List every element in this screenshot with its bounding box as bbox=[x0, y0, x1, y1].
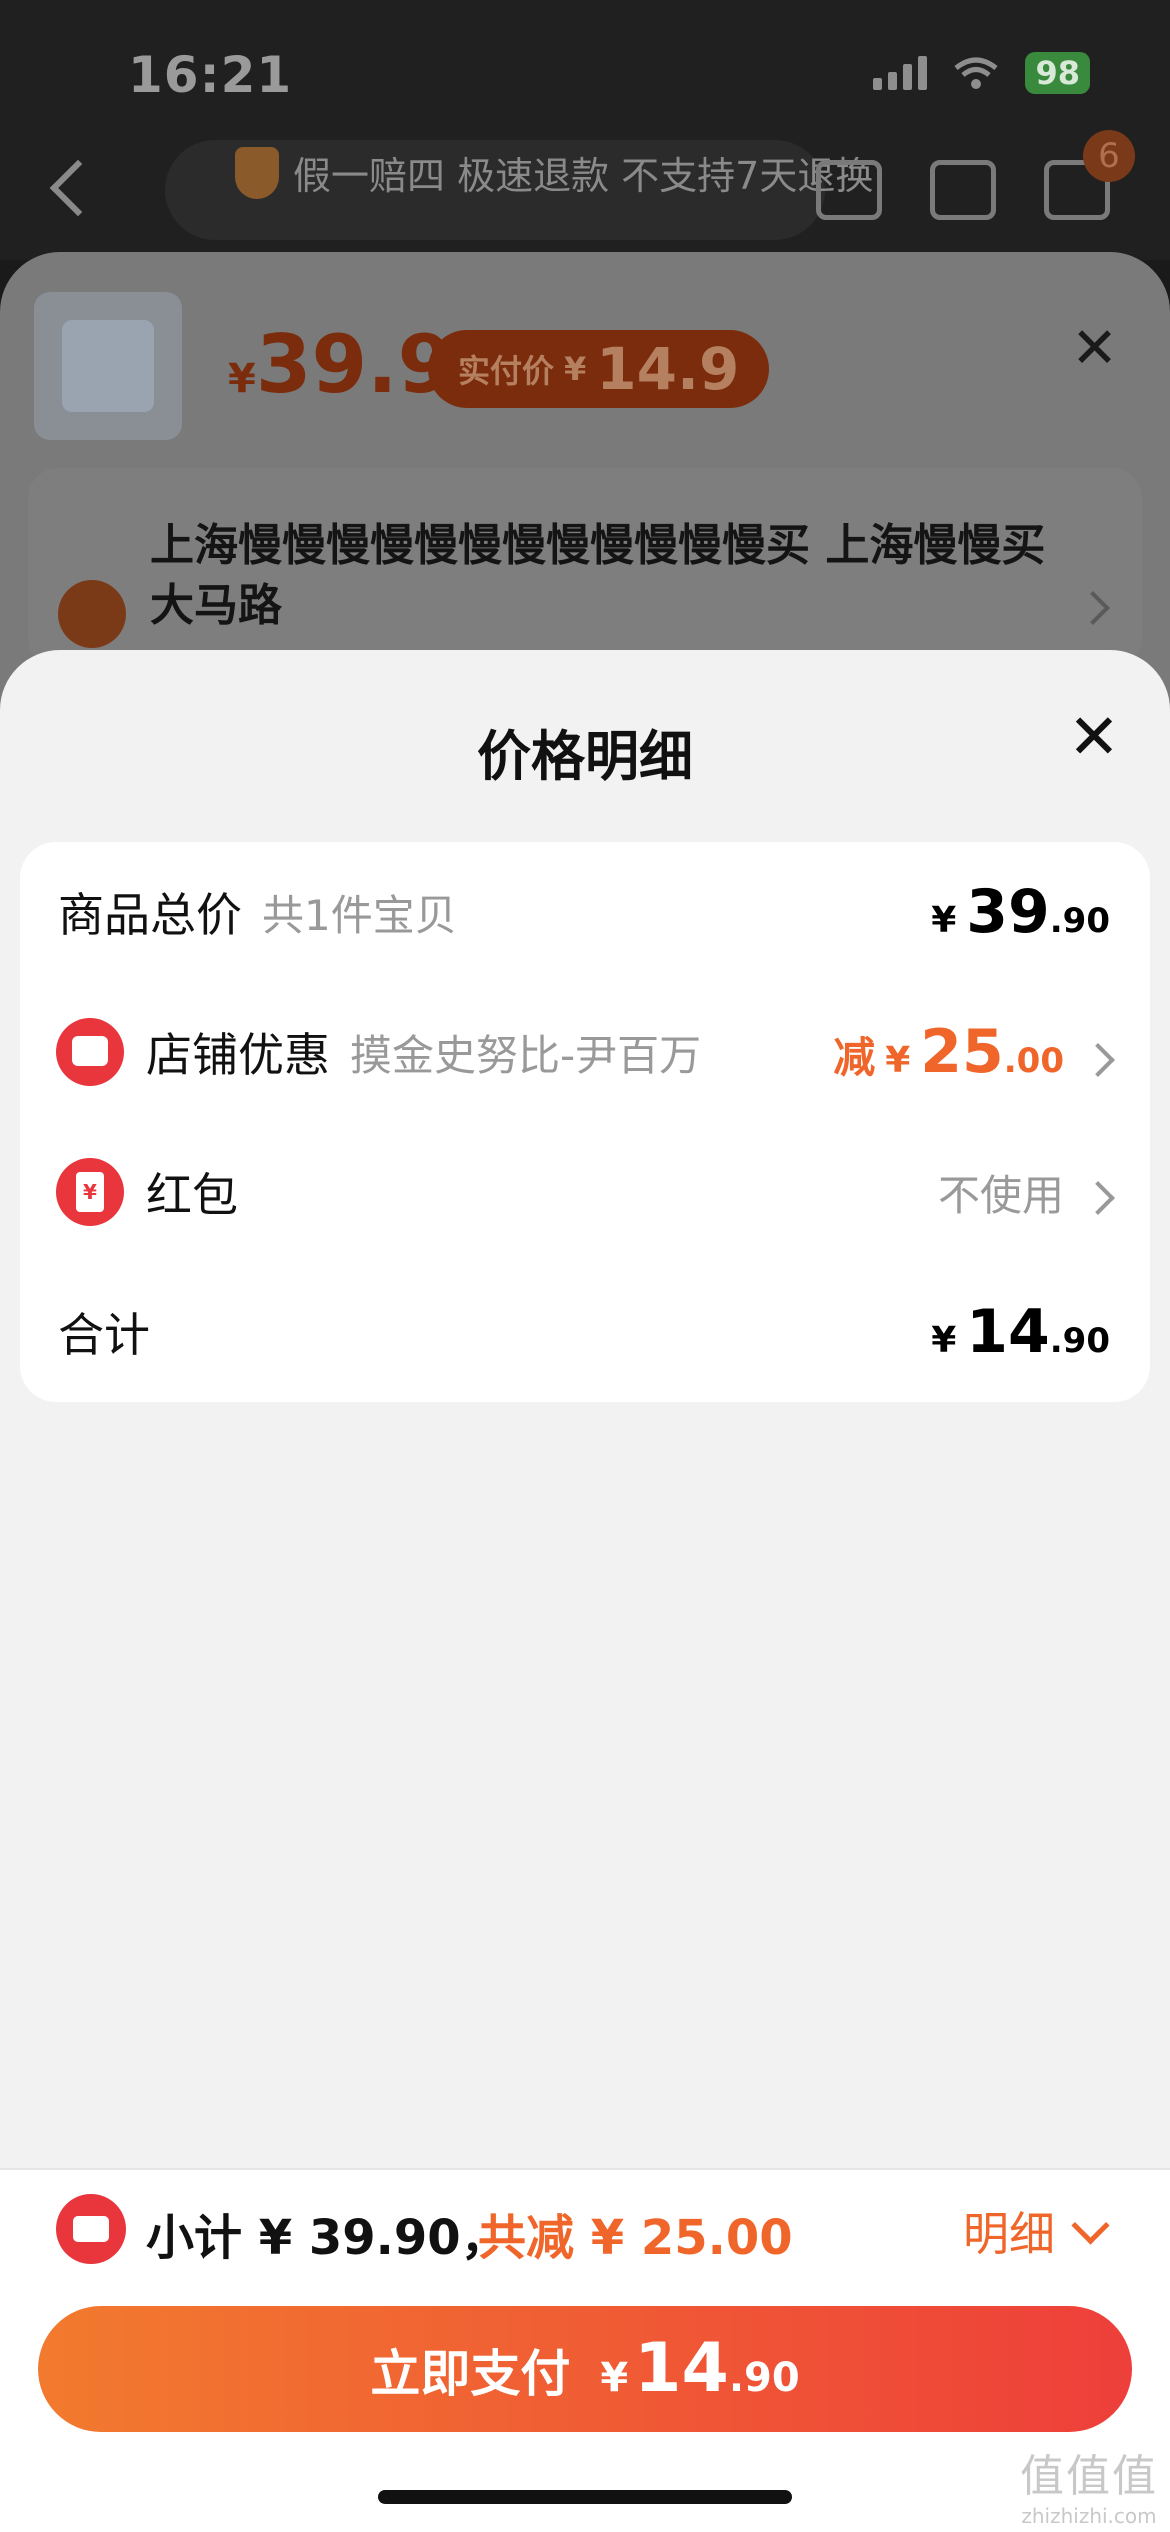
sheet-title: 价格明细 bbox=[477, 725, 693, 788]
shop-label: 店铺优惠 bbox=[146, 1028, 330, 1082]
detail-toggle[interactable]: 明细 bbox=[963, 2198, 1110, 2264]
close-icon[interactable]: ✕ bbox=[1068, 706, 1120, 768]
watermark: 值值值 zhizhizhi.com bbox=[1020, 2451, 1158, 2528]
guarantee-banner: 假一赔四 极速退款 不支持7天退换 bbox=[235, 145, 873, 200]
price-card: 商品总价 共1件宝贝 ¥ 39 .90 店铺优惠 摸金史努比-尹百万 减 ¥ 2… bbox=[20, 842, 1150, 1402]
product-price: ¥39.9 bbox=[228, 318, 454, 411]
nav-icons bbox=[816, 160, 1110, 220]
total-label: 商品总价 bbox=[58, 888, 242, 942]
total-sub: 共1件宝贝 bbox=[262, 890, 457, 940]
guarantee-text: 假一赔四 极速退款 不支持7天退换 bbox=[293, 154, 874, 198]
row-total: 商品总价 共1件宝贝 ¥ 39 .90 bbox=[20, 842, 1150, 982]
paid-price-badge: 实付价 ¥ 14.9 bbox=[428, 330, 770, 408]
subtotal-text: 小计 ¥ 39.90， bbox=[146, 2210, 509, 2266]
share-icon[interactable] bbox=[816, 160, 882, 220]
close-icon[interactable]: ✕ bbox=[1071, 316, 1118, 381]
shop-discount-amount: 减 ¥ 25 .00 bbox=[833, 1017, 1115, 1087]
detail-label: 明细 bbox=[963, 2207, 1055, 2261]
location-pin-icon bbox=[58, 580, 126, 648]
chevron-down-icon bbox=[1071, 2205, 1110, 2245]
row-shop-discount[interactable]: 店铺优惠 摸金史努比-尹百万 减 ¥ 25 .00 bbox=[20, 982, 1150, 1122]
battery-indicator: 98 bbox=[1025, 52, 1090, 94]
screen: 16:21 98 假一赔四 极速退款 不支持7天退换 6 ¥39.9 实付价 ¥… bbox=[0, 0, 1170, 2532]
address-text: 上海慢慢慢慢慢慢慢慢慢慢慢慢买 上海慢慢买大马路 bbox=[150, 520, 1046, 631]
cart-icon[interactable] bbox=[930, 160, 996, 220]
sum-label: 合计 bbox=[58, 1308, 150, 1362]
red-envelope-icon: ¥ bbox=[56, 1158, 124, 1226]
shield-icon bbox=[235, 146, 279, 199]
chevron-right-icon bbox=[1081, 1043, 1115, 1077]
status-time: 16:21 bbox=[128, 46, 293, 104]
home-indicator bbox=[378, 2490, 792, 2504]
sum-amount: ¥ 14 .90 bbox=[931, 1297, 1110, 1367]
wifi-icon bbox=[954, 57, 999, 89]
chevron-right-icon bbox=[1081, 1180, 1115, 1215]
row-redpack[interactable]: ¥ 红包 不使用 bbox=[20, 1122, 1150, 1262]
redpack-label: 红包 bbox=[146, 1168, 238, 1222]
total-amount: ¥ 39 .90 bbox=[931, 877, 1110, 947]
pay-now-button[interactable]: 立即支付 ¥ 14 .90 bbox=[38, 2306, 1132, 2432]
total-reduced-text: 共减 ¥ 25.00 bbox=[478, 2210, 793, 2266]
signal-icon bbox=[873, 56, 928, 90]
product-thumbnail bbox=[34, 292, 182, 440]
shop-sub: 摸金史努比-尹百万 bbox=[350, 1030, 702, 1080]
status-icons: 98 bbox=[873, 52, 1090, 94]
store-icon bbox=[56, 1018, 124, 1086]
cart-badge: 6 bbox=[1083, 130, 1135, 182]
redpack-value: 不使用 bbox=[938, 1162, 1115, 1223]
row-sum: 合计 ¥ 14 .90 bbox=[20, 1262, 1150, 1402]
ticket-icon bbox=[56, 2194, 126, 2264]
